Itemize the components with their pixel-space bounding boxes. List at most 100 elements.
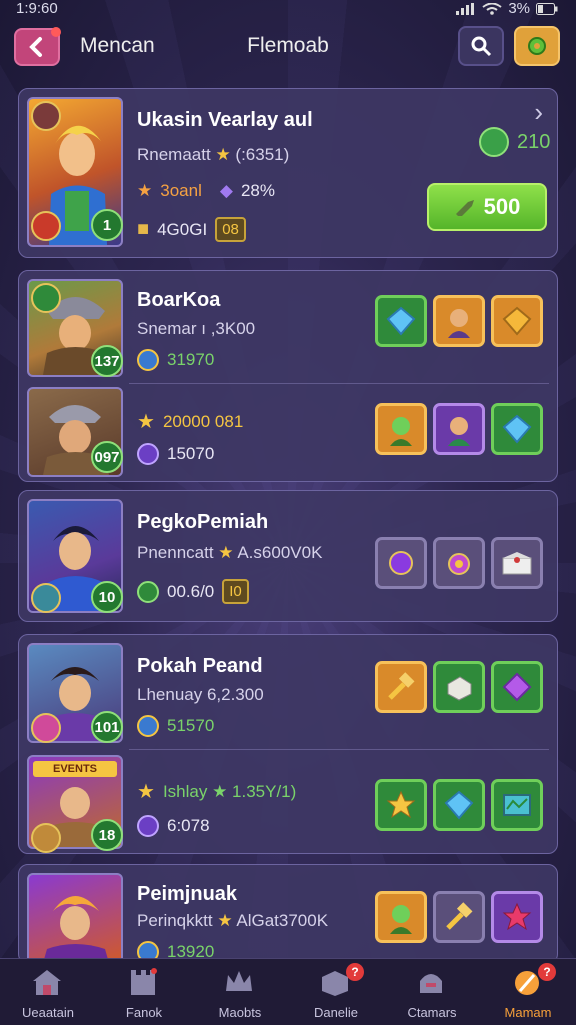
list-item[interactable]: 097 ★ 20000 081 15070 (19, 383, 559, 483)
nav-label: Ueaatain (21, 1005, 75, 1020)
search-icon (471, 36, 492, 57)
hero-stats-row-2: ■ 4G0GI 08 (137, 217, 246, 242)
nav-item-box[interactable]: ? Danelie (288, 959, 384, 1025)
hammer-icon[interactable] (375, 661, 427, 713)
settings-button[interactable] (514, 26, 560, 66)
hero-stat-row: 31970 (137, 349, 214, 371)
hero-name: PegkoPemiah (137, 511, 269, 533)
green-hero-icon (390, 905, 412, 934)
nav-item-crown[interactable]: Maobts (192, 959, 288, 1025)
star-icon: ★ (217, 911, 233, 930)
buy-button[interactable]: 500 (427, 183, 547, 231)
blue-gem-icon[interactable] (375, 295, 427, 347)
gold-block-icon: ■ (137, 218, 150, 240)
hero-stat-row: 00.6/0 I0 (137, 579, 249, 604)
list-item[interactable]: 10 PegkoPemiah Pnenncatt ★ A.s600V0K 00.… (19, 491, 559, 623)
hero-star-stat: Ishlay ★ 1.35Y/1) (162, 781, 297, 801)
hero-group-card-1[interactable]: 137 BoarKoa Snemar ı ,3K00 31970 097 ★ 2… (18, 270, 558, 482)
blue-gem-icon[interactable] (433, 779, 485, 831)
search-button[interactable] (458, 26, 504, 66)
potion-icon[interactable] (433, 537, 485, 589)
battery-icon (536, 2, 558, 15)
block-shape (447, 676, 472, 701)
notification-badge: ? (538, 963, 556, 981)
hero-stat: 00.6/0 (167, 581, 215, 601)
hero-level-badge: 137 (91, 345, 123, 377)
nav-item-home[interactable]: Ueaatain (0, 959, 96, 1025)
hero-subtitle-value: (:6351) (235, 145, 290, 164)
hero-stat-row: 15070 (137, 443, 214, 465)
hero-level-badge: 10 (91, 581, 123, 613)
list-item[interactable]: Peimjnuak Perinqkktt ★ AlGat3700K 13920 (19, 865, 559, 965)
chevron-right-icon[interactable]: › (534, 97, 543, 128)
nav-item-castle[interactable]: Fanok (96, 959, 192, 1025)
nav-label: Mamam (504, 1005, 552, 1020)
nav-item-helmet[interactable]: Ctamars (384, 959, 480, 1025)
list-item[interactable]: 137 BoarKoa Snemar ı ,3K00 31970 (19, 271, 559, 379)
red-star-icon[interactable] (491, 891, 543, 943)
map-icon[interactable] (491, 779, 543, 831)
hero-star-stat: 20000 081 (162, 411, 244, 431)
element-badge-icon (31, 101, 61, 131)
chest-icon[interactable] (491, 537, 543, 589)
stone-block-icon[interactable] (433, 661, 485, 713)
gold-gem-icon[interactable] (491, 295, 543, 347)
hero-group-card-4[interactable]: Peimjnuak Perinqkktt ★ AlGat3700K 13920 (18, 864, 559, 965)
hero-subtitle: Lhenuay 6,2.300 (137, 685, 264, 704)
hero-subtitle: Pnenncatt ★ A.s600V0K (137, 543, 322, 563)
star-icon[interactable] (375, 779, 427, 831)
hero-stat-3: 4G0GI (157, 219, 208, 239)
gem-shape (386, 306, 416, 336)
crown-icon (226, 971, 252, 991)
star-icon: ★ (218, 543, 234, 562)
hero-avatar-icon (448, 309, 470, 338)
nav-item-sword[interactable]: ? Mamam (480, 959, 576, 1025)
hero-group-card-2[interactable]: 10 PegkoPemiah Pnenncatt ★ A.s600V0K 00.… (18, 490, 558, 622)
class-badge-icon (31, 211, 61, 241)
hammer-shape (388, 672, 415, 700)
hero-card[interactable]: 1 Ukasin Vearlay aul Rnemaatt ★ (:6351) … (18, 88, 558, 258)
potion-shape (448, 553, 470, 575)
chest-shape (502, 552, 532, 575)
gem-shape (502, 672, 532, 702)
status-time: 1:9:60 (16, 0, 58, 17)
purple-gem-icon[interactable] (491, 661, 543, 713)
green-hero-item[interactable] (375, 403, 427, 455)
hero-stat-tag: I0 (222, 579, 249, 604)
hero-avatar-item[interactable] (433, 403, 485, 455)
hero-avatar-icon (43, 896, 109, 963)
hero-stat-2: 28% (240, 181, 275, 200)
hero-level-badge: 101 (91, 711, 123, 743)
event-banner: EVENTS (33, 761, 117, 777)
hero-group-card-3[interactable]: 101 Pokah Peand Lhenuay 6,2.300 51570 EV… (18, 634, 558, 854)
hero-subtitle: Snemar ı ,3K00 (137, 319, 256, 338)
gem-shape (502, 306, 532, 336)
class-badge-icon (31, 713, 61, 743)
hero-avatar-item[interactable] (433, 295, 485, 347)
hero-portrait (27, 873, 123, 965)
element-badge-icon (31, 283, 61, 313)
nav-label: Fanok (125, 1005, 163, 1020)
hero-count: 210 (479, 127, 550, 157)
purple-orb-icon[interactable] (375, 537, 427, 589)
nav-label: Ctamars (407, 1005, 457, 1020)
hero-stat-1: 3oanl (160, 181, 202, 200)
hero-subtitle-prefix: Rnemaatt (137, 145, 211, 164)
hero-subtitle-value: AlGat3700K (236, 911, 329, 930)
star-coin-icon (137, 349, 159, 371)
list-item[interactable]: 101 Pokah Peand Lhenuay 6,2.300 51570 (19, 635, 559, 745)
green-hero-item[interactable] (375, 891, 427, 943)
star-shape (386, 790, 416, 819)
status-bar: 1:9:60 3% (0, 0, 576, 22)
sword-icon (455, 200, 474, 216)
hero-avatar-icon (448, 417, 470, 446)
list-item[interactable]: EVENTS 18 ★ Ishlay ★ 1.35Y/1) 6:078 (19, 749, 559, 855)
hero-subtitle-prefix: Perinqkktt (137, 911, 213, 930)
hero-subtitle-prefix: Pnenncatt (137, 543, 214, 562)
hero-name: Ukasin Vearlay aul (137, 109, 313, 131)
star-icon: ★ (137, 411, 155, 433)
notification-badge: ? (346, 963, 364, 981)
blue-gem-icon[interactable] (491, 403, 543, 455)
hammer-icon[interactable] (433, 891, 485, 943)
bottom-nav: Ueaatain Fanok Maobts ? Danelie Ctamars … (0, 958, 576, 1025)
